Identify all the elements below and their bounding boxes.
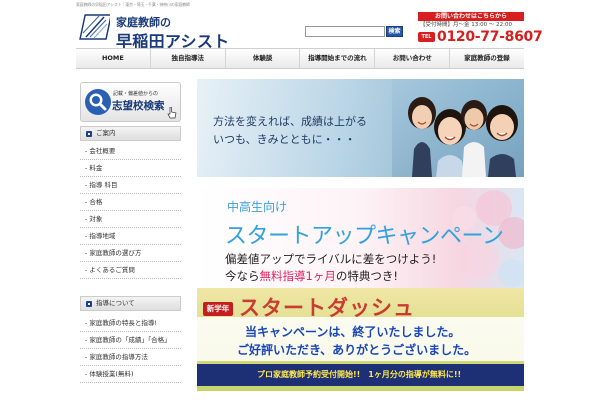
contact-hours: 【受付時間】月〜金 13:00 〜 22:00 [420,22,512,28]
logo-mark-icon [79,14,110,40]
sidebar-item[interactable]: - 会社概要 [80,143,181,160]
school-search-button[interactable]: 記載・偏差値からの 志望校検索 [80,82,181,122]
site-tagline: 家庭教師の早稲田アシスト｜東京・埼玉・千葉・神奈川の家庭教師 [76,2,190,7]
site-search-input[interactable] [305,26,385,37]
campaign-ended-line-1: 当キャンペーンは、終了いたしました。 [245,325,461,339]
section-bullet-icon [86,301,92,307]
contact-link[interactable]: お問い合わせはこちらから [418,12,524,21]
new-grade-badge: 新学年 [203,302,233,316]
students-photo [392,79,524,177]
contact-box: お問い合わせはこちらから 【受付時間】月〜金 13:00 〜 22:00 TEL… [418,12,543,46]
school-search-subtitle: 記載・偏差値からの [113,91,159,97]
sidebar-item[interactable]: - 家庭教師の「成績」「合格」 [80,332,181,349]
section-bullet-icon [86,131,92,137]
sidebar-item[interactable]: - 家庭教師の指導方法 [80,349,181,366]
sidebar-item[interactable]: - 料金 [80,160,181,177]
hero-banner[interactable]: 方法を変えれば、成績は上がる いつも、きみとともに・・・ [197,79,524,177]
sidebar-item[interactable]: - 家庭教師の選び方 [80,245,181,262]
school-search-title: 志望校検索 [112,100,165,112]
sidebar-section-title: ご案内 [96,129,116,137]
sidebar-item[interactable]: - 指導地域 [80,228,181,245]
campaign-highlight: 無料指導1ヶ月 [259,269,336,283]
campaign-title: スタートアップキャンペーン [225,224,504,249]
nav-method[interactable]: 独自指導法 [151,49,226,68]
nav-contact[interactable]: お問い合わせ [375,49,451,68]
sidebar-list-guide: - 会社概要 - 料金 - 指導 科目 - 合格 - 対象 - 指導地域 - 家… [80,143,181,279]
sidebar-section-teaching: 指導について [80,296,181,311]
sidebar-list-teaching: - 家庭教師の特長と指導! - 家庭教師の「成績」「合格」 - 家庭教師の指導方… [80,315,181,383]
pointer-cursor-icon [167,107,177,119]
nav-testimonials[interactable]: 体験談 [226,49,301,68]
nav-home[interactable]: HOME [76,49,151,68]
site-logo[interactable]: 家庭教師の 早稲田アシスト [76,9,246,51]
startup-campaign-banner[interactable]: 中高生向け スタートアップキャンペーン 偏差値アップでライバルに差をつけよう! … [197,188,524,288]
page: 家庭教師の早稲田アシスト｜東京・埼玉・千葉・神奈川の家庭教師 家庭教師の 早稲田… [0,0,600,400]
hero-line-1: 方法を変えれば、成績は上がる [213,115,367,128]
sidebar-item[interactable]: - 指導 科目 [80,177,181,194]
sidebar-item[interactable]: - 体験授業(無料) [80,366,181,383]
campaign-ended-line-2: ご好評いただき、ありがとうございました。 [237,343,477,357]
nav-tutor-register[interactable]: 家庭教師の登録 [450,49,524,68]
sidebar-section-title: 指導について [96,299,135,307]
sidebar-item[interactable]: - よくあるご質問 [80,262,181,279]
nav-flow[interactable]: 指導開始までの流れ [300,49,376,68]
campaign-line-2-suffix: の特典つき! [335,269,398,283]
sidebar: 記載・偏差値からの 志望校検索 ご案内 - 会社概要 - 料金 - 指導 科目 … [80,82,183,400]
reservation-strip: プロ家庭教師予約受付開始!! 1ヶ月分の指導が無料に!! [197,364,524,386]
campaign-line-2-prefix: 今なら [225,269,260,283]
sidebar-item[interactable]: - 対象 [80,211,181,228]
search-button[interactable]: 検索 [386,26,403,37]
sidebar-item[interactable]: - 家庭教師の特長と指導! [80,315,181,332]
magnifier-icon [85,89,111,115]
main-nav: HOME 独自指導法 体験談 指導開始までの流れ お問い合わせ 家庭教師の登録 [76,48,524,69]
campaign-line-1: 偏差値アップでライバルに差をつけよう! [225,252,437,266]
start-dash-banner[interactable]: 新学年 スタートダッシュ 当キャンペーンは、終了いたしました。 ご好評いただき、… [197,288,524,391]
phone-icon: TEL [418,32,435,42]
phone-number[interactable]: 0120-77-8607 [437,29,543,45]
sidebar-section-guide: ご案内 [80,126,181,141]
campaign-line-2: 今なら無料指導1ヶ月の特典つき! [225,268,398,284]
contact-phone-row: TEL 0120-77-8607 [418,29,543,45]
campaign-target: 中高生向け [227,200,288,214]
hero-line-2: いつも、きみとともに・・・ [213,133,356,146]
sidebar-item[interactable]: - 合格 [80,194,181,211]
